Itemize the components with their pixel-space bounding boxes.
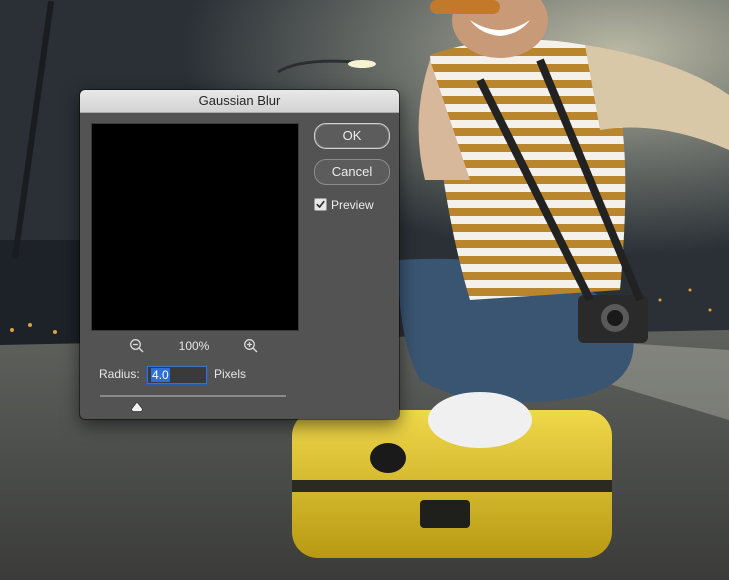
radius-slider-track[interactable] [100, 395, 286, 397]
cancel-button[interactable]: Cancel [314, 159, 390, 185]
ok-button[interactable]: OK [314, 123, 390, 149]
gaussian-blur-dialog: Gaussian Blur 100% Radius: 4.0 Pixels OK… [80, 90, 399, 419]
slider-thumb-icon[interactable] [131, 399, 144, 412]
radius-input[interactable]: 4.0 [147, 366, 207, 384]
zoom-in-icon[interactable] [243, 338, 259, 354]
zoom-level: 100% [178, 339, 210, 353]
radius-unit-label: Pixels [214, 367, 247, 381]
radius-value: 4.0 [151, 368, 170, 382]
preview-checkbox[interactable] [314, 198, 327, 211]
checkmark-icon [316, 200, 325, 208]
radius-label: Radius: [99, 367, 140, 381]
dialog-title: Gaussian Blur [198, 93, 281, 108]
zoom-out-icon[interactable] [129, 338, 145, 354]
preview-label: Preview [331, 198, 374, 212]
blur-preview-window[interactable] [91, 123, 299, 331]
dialog-titlebar[interactable]: Gaussian Blur [80, 90, 399, 113]
